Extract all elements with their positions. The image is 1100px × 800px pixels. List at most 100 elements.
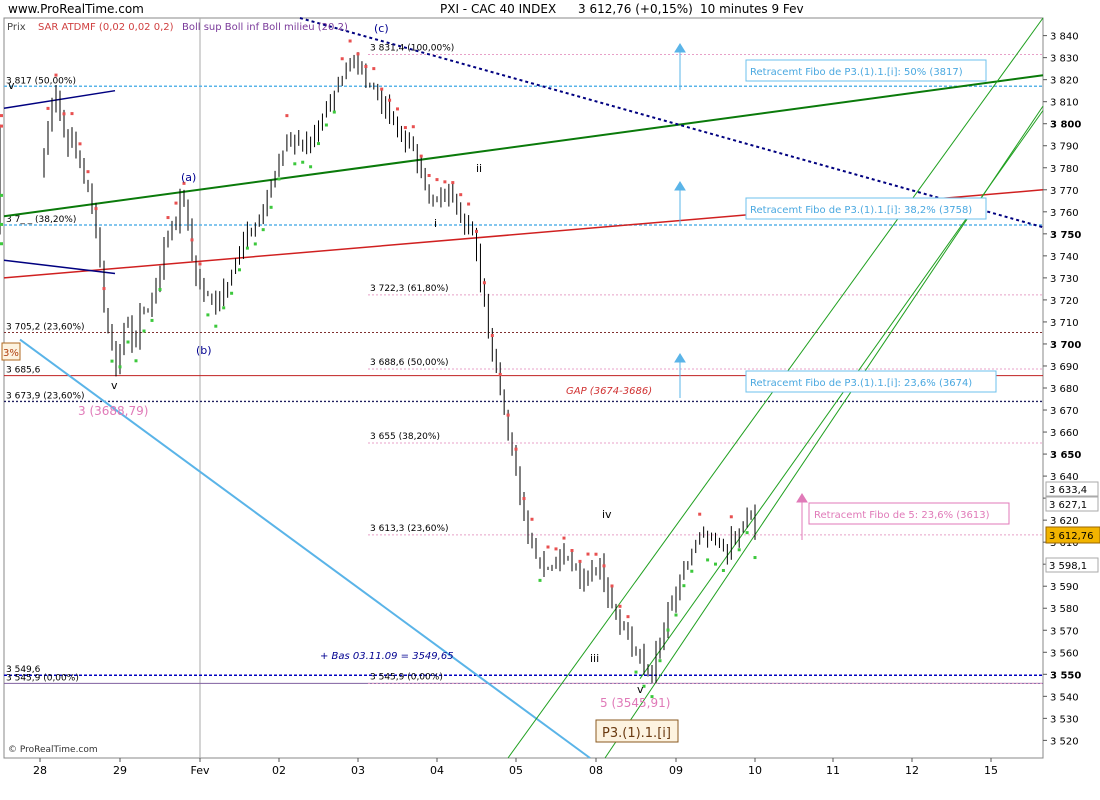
sar-dot <box>198 262 202 266</box>
sar-dot <box>403 126 407 130</box>
sar-dot <box>714 562 717 566</box>
chart-title: PXI - CAC 40 INDEX <box>440 2 556 16</box>
x-tick-label: Fev <box>190 764 209 777</box>
pct-label: 3% <box>3 348 19 359</box>
sar-dot <box>110 359 114 363</box>
sar-dot <box>443 180 447 184</box>
sar-dot <box>150 318 154 322</box>
sar-dot <box>0 222 3 226</box>
sar-dot <box>578 559 582 563</box>
y-tick-label: 3 760 <box>1050 208 1079 219</box>
sar-dot <box>506 413 510 417</box>
level-label: 3 545,9 (0,00%) <box>6 673 79 683</box>
y-tick-label: 3 620 <box>1050 516 1079 527</box>
sar-dot <box>372 67 376 71</box>
sar-dot <box>618 604 622 608</box>
sar-dot <box>166 216 170 220</box>
wave-b-label: (b) <box>196 344 212 357</box>
sar-dot <box>214 324 218 328</box>
y-tick-label: 3 800 <box>1050 120 1081 131</box>
wave-v3-label: v <box>637 683 644 696</box>
y-tick-label: 3 810 <box>1050 98 1079 109</box>
sar-dot <box>459 193 463 197</box>
y-tick-label: 3 530 <box>1050 714 1079 725</box>
sar-dot <box>309 165 313 169</box>
sar-dot <box>348 39 352 43</box>
y-tick-label: 3 570 <box>1050 626 1079 637</box>
sar-dot <box>190 238 194 242</box>
bas-label: + Bas 03.11.09 = 3549,65 <box>320 651 454 662</box>
current-price-text: 3 612,76 <box>1049 531 1094 542</box>
x-tick-label: 15 <box>984 764 998 777</box>
price-chart[interactable]: 3 817 (50,00%) 3 7_ _ (38,20%) 3 705,2 (23… <box>0 0 1100 800</box>
site-url[interactable]: www.ProRealTime.com <box>8 2 144 16</box>
legend-bollinger: Boll sup Boll inf Boll milieu (20 2) <box>182 22 348 33</box>
sar-dot <box>554 547 558 551</box>
x-tick-label: 09 <box>669 764 683 777</box>
sar-dot <box>514 447 518 451</box>
y-tick-label: 3 580 <box>1050 604 1079 615</box>
y-tick-label: 3 750 <box>1050 230 1081 241</box>
sar-dot <box>396 107 399 111</box>
x-tick-label: 28 <box>33 764 47 777</box>
y-tick-label: 3 830 <box>1050 54 1079 65</box>
y-tick-label: 3 840 <box>1050 32 1079 43</box>
x-tick-label: 02 <box>272 764 286 777</box>
sar-dot <box>70 112 74 116</box>
fibo-label: 3 613,3 (23,60%) <box>370 524 449 534</box>
sar-dot <box>102 287 106 291</box>
y-tick-label: 3 590 <box>1050 582 1079 593</box>
wave-a-label: (a) <box>181 171 196 184</box>
sar-dot <box>419 154 423 158</box>
sar-dot <box>594 552 598 556</box>
y-tick-label: 3 770 <box>1050 186 1079 197</box>
y-tick-label: 3 700 <box>1050 340 1081 351</box>
level-label: 3 705,2 (23,60%) <box>6 323 85 333</box>
sar-dot <box>324 123 328 127</box>
sar-dot <box>490 334 494 338</box>
wave-iii-label: iii <box>590 652 599 665</box>
x-tick-label: 08 <box>589 764 603 777</box>
sar-dot <box>546 545 550 549</box>
y-tick-label: 3 670 <box>1050 406 1079 417</box>
level-label: 3 673,9 (23,60%) <box>6 391 85 401</box>
gap-label: GAP (3674-3686) <box>566 386 652 397</box>
x-tick-label: 11 <box>826 764 840 777</box>
y-tick-label: 3 560 <box>1050 648 1079 659</box>
y-tick-label: 3 550 <box>1050 670 1081 681</box>
sar-dot <box>158 288 162 292</box>
y-tick-label: 3 650 <box>1050 450 1081 461</box>
sar-dot <box>674 613 678 617</box>
wave3-label: 3 (3688,79) <box>78 404 148 418</box>
fibo-label: 3 722,3 (61,80%) <box>370 284 449 294</box>
y-tick-label: 3 790 <box>1050 142 1079 153</box>
sar-dot <box>78 142 82 146</box>
sar-dot <box>206 313 210 317</box>
y-tick-label: 3 540 <box>1050 692 1079 703</box>
sar-dot <box>522 497 526 501</box>
sar-dot <box>737 548 741 552</box>
x-tick-label: 04 <box>430 764 444 777</box>
sar-dot <box>261 228 265 232</box>
y-tick-label: 3 730 <box>1050 274 1079 285</box>
sar-dot <box>658 659 662 663</box>
sar-dot <box>285 114 289 118</box>
sar-dot <box>356 52 360 56</box>
sar-dot <box>626 615 630 619</box>
price-tag-2: 3 627,1 <box>1049 500 1087 511</box>
sar-dot <box>364 65 368 69</box>
fibo-label: 3 655 (38,20%) <box>370 432 440 442</box>
level-label: 3 685,6 <box>6 366 41 376</box>
last-price: 3 612,76 (+0,15%) <box>578 2 693 16</box>
sar-dot <box>380 87 384 91</box>
sar-dot <box>498 372 502 376</box>
fibo-label-50: Retracemt Fibo de P3.(1).1.[i]: 50% (381… <box>750 67 963 78</box>
sar-dot <box>467 202 471 206</box>
sar-dot <box>86 170 90 174</box>
sar-dot <box>301 160 305 164</box>
price-tag-1: 3 633,4 <box>1049 485 1087 496</box>
sar-dot <box>721 568 725 572</box>
sar-dot <box>142 329 146 333</box>
wave-v1-label: v <box>111 379 118 392</box>
sar-dot <box>46 106 50 110</box>
